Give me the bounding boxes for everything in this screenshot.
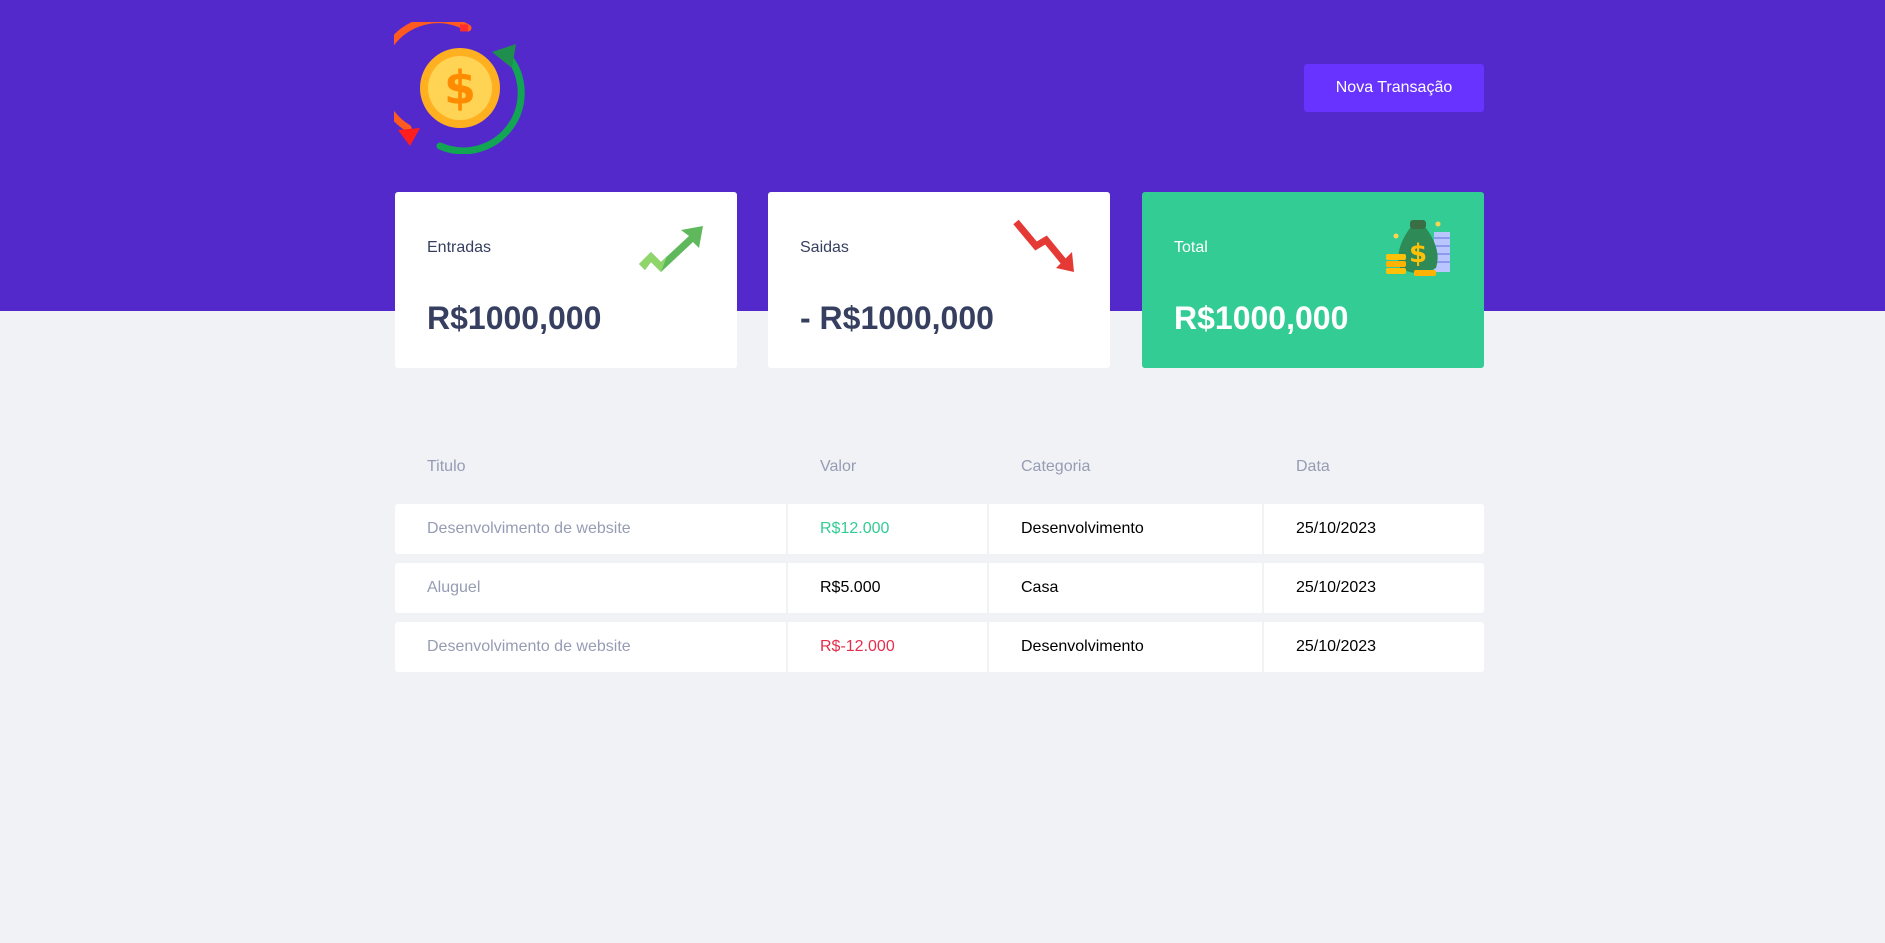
header-value: Valor xyxy=(820,458,857,475)
total-label: Total xyxy=(1174,239,1208,256)
row-date: 25/10/2023 xyxy=(1264,504,1484,554)
row-date: 25/10/2023 xyxy=(1264,622,1484,672)
currency-exchange-icon: $ xyxy=(376,16,526,155)
outcome-label: Saidas xyxy=(800,239,849,256)
money-bag-icon: $ xyxy=(1384,214,1454,276)
row-value: R$-12.000 xyxy=(788,622,987,672)
header-category: Categoria xyxy=(1021,458,1091,475)
trending-up-arrow-icon xyxy=(637,214,707,274)
table-row: Aluguel R$5.000 Casa 25/10/2023 xyxy=(395,563,1484,613)
income-card: Entradas R$1000,000 xyxy=(395,192,737,368)
row-title: Desenvolvimento de website xyxy=(395,622,786,672)
svg-text:$: $ xyxy=(444,61,476,115)
row-category: Casa xyxy=(989,563,1262,613)
outcome-value: - R$1000,000 xyxy=(800,300,994,336)
header-date: Data xyxy=(1296,458,1330,475)
total-card: Total $ R$1000,000 xyxy=(1142,192,1484,368)
table-row: Desenvolvimento de website R$-12.000 Des… xyxy=(395,622,1484,672)
row-title: Desenvolvimento de website xyxy=(395,504,786,554)
transactions-table-header: Titulo Valor Categoria Data xyxy=(395,458,1484,478)
income-label: Entradas xyxy=(427,239,492,256)
income-value: R$1000,000 xyxy=(427,300,602,336)
header-title: Titulo xyxy=(427,458,466,475)
outcome-card: Saidas - R$1000,000 xyxy=(768,192,1110,368)
table-row: Desenvolvimento de website R$12.000 Dese… xyxy=(395,504,1484,554)
new-transaction-button[interactable]: Nova Transação xyxy=(1304,64,1484,112)
row-title: Aluguel xyxy=(395,563,786,613)
row-category: Desenvolvimento xyxy=(989,622,1262,672)
total-value: R$1000,000 xyxy=(1174,300,1349,336)
svg-text:$: $ xyxy=(1409,239,1427,269)
row-category: Desenvolvimento xyxy=(989,504,1262,554)
row-value: R$5.000 xyxy=(788,563,987,613)
trending-down-arrow-icon xyxy=(1010,214,1080,274)
row-value: R$12.000 xyxy=(788,504,987,554)
row-date: 25/10/2023 xyxy=(1264,563,1484,613)
